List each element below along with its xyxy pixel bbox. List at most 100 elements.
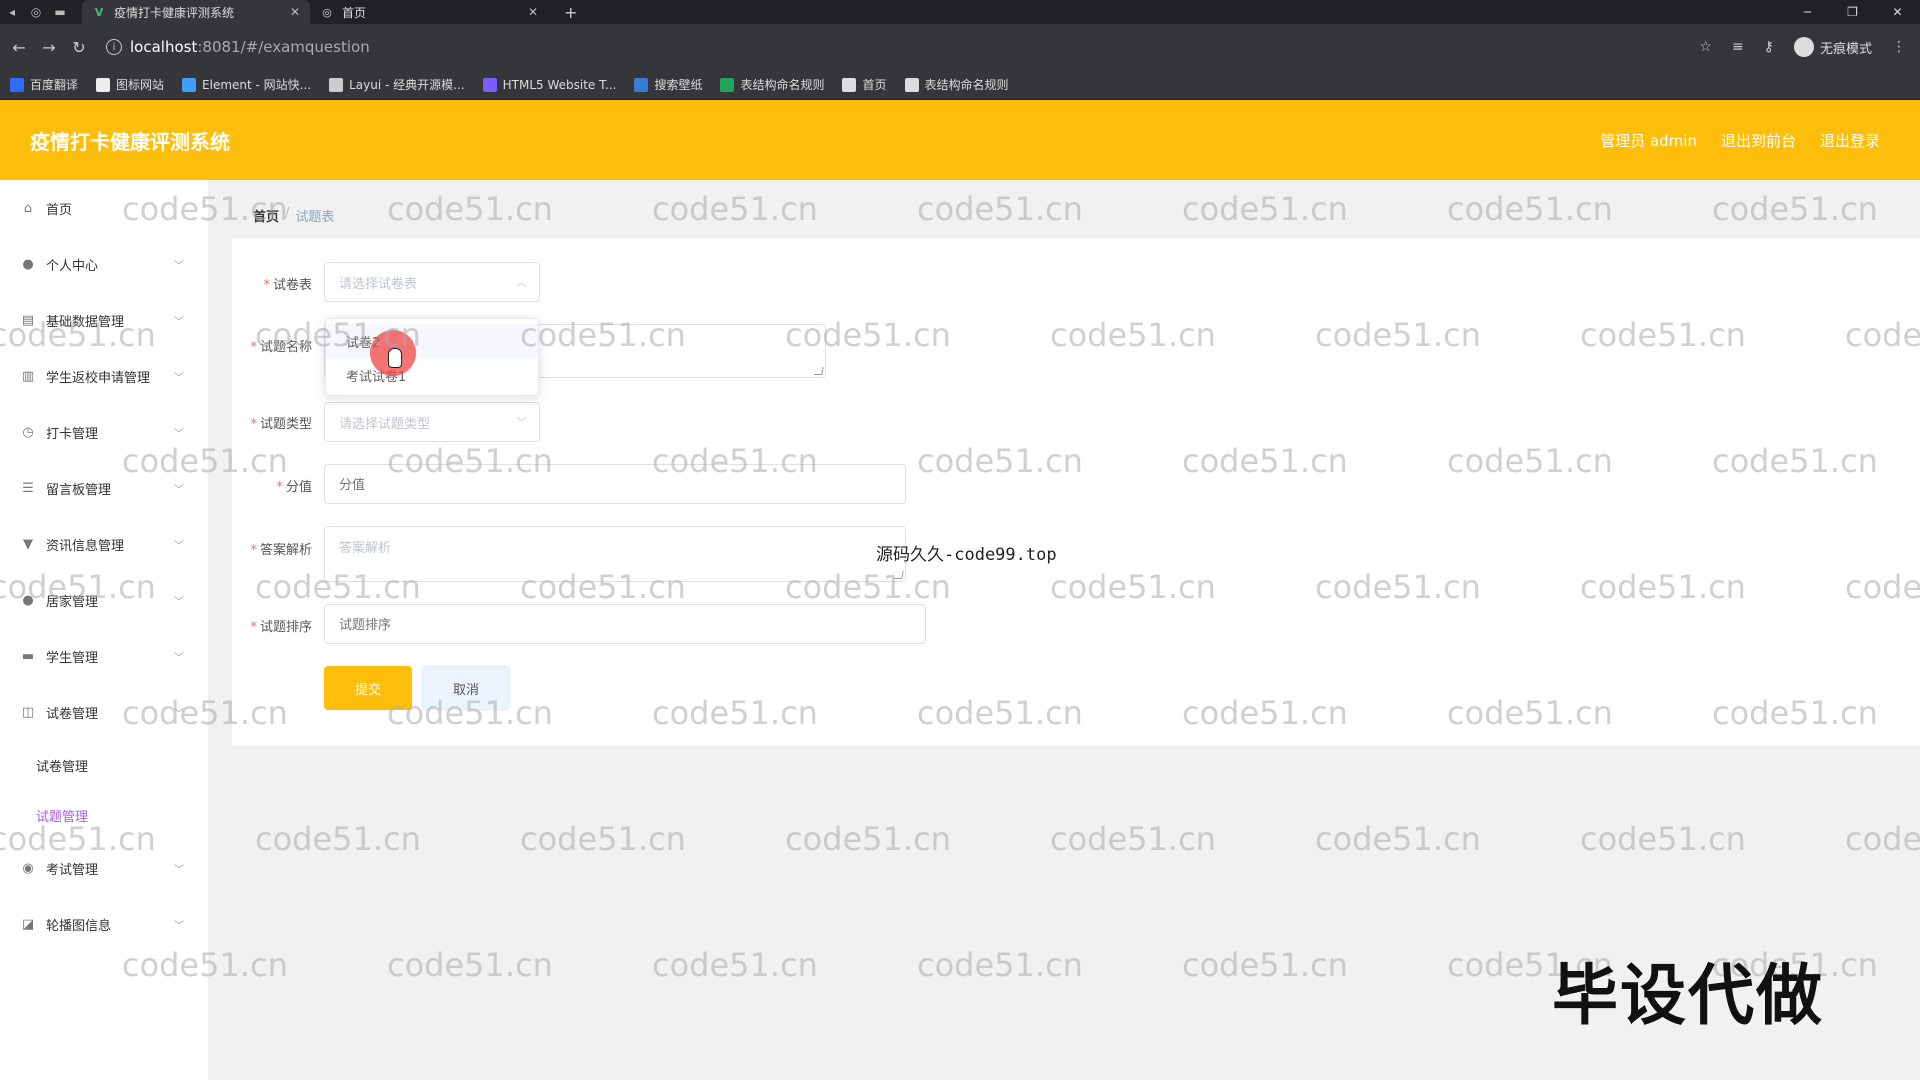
url-field[interactable]: i localhost:8081/#/examquestion	[106, 38, 370, 56]
reading-list-icon[interactable]: ≡	[1732, 39, 1744, 55]
analysis-textarea[interactable]: 答案解析	[324, 526, 906, 582]
bookmark-item[interactable]: 图标网站	[96, 76, 164, 93]
bookmark-item[interactable]: 搜索壁纸	[634, 76, 702, 93]
sidebar-item-label: 打卡管理	[46, 426, 99, 442]
paper-dropdown: 试卷2 考试试卷1	[325, 318, 539, 396]
more-icon[interactable]: ⋮	[1892, 39, 1906, 55]
overlay-note: 源码久久-code99.top	[876, 545, 1057, 565]
address-bar-actions: ☆ ≡ ⚷ 无痕模式 ⋮	[1699, 37, 1906, 57]
clock-icon: ◷	[22, 424, 34, 440]
chevron-down-icon: ﹀	[174, 652, 184, 664]
order-input[interactable]	[324, 604, 926, 644]
bookmark-item[interactable]: HTML5 Website T...	[482, 77, 616, 92]
sidebar-item[interactable]: ☰ 留言板管理 ﹀	[0, 460, 208, 516]
sidebar-item[interactable]: ▤ 基础数据管理 ﹀	[0, 292, 208, 348]
incognito-indicator[interactable]: 无痕模式	[1793, 37, 1872, 57]
sidebar-item[interactable]: ◫ 试卷管理 ﹀	[0, 684, 208, 740]
key-icon[interactable]: ⚷	[1764, 39, 1774, 55]
chevron-up-icon: ︿	[516, 276, 527, 289]
bookmark-label: 搜索壁纸	[654, 78, 703, 92]
watermark-text: code51.cn	[1050, 820, 1216, 858]
chevron-down-icon: ﹀	[174, 260, 184, 272]
tab-inactive[interactable]: ◎ 首页 ✕	[310, 0, 548, 24]
dropdown-option[interactable]: 考试试卷1	[326, 358, 538, 392]
sidebar-item-label: 居家管理	[46, 594, 99, 610]
audio-icon[interactable]: ◂	[0, 0, 24, 24]
bookmark-item[interactable]: Layui - 经典开源模...	[329, 76, 465, 93]
star-icon[interactable]: ☆	[1699, 39, 1712, 55]
window-icon[interactable]: ▬	[48, 0, 72, 24]
sidebar-item[interactable]: ⌂ 首页	[0, 180, 208, 236]
resize-handle[interactable]	[814, 367, 824, 375]
chat-icon: ▼	[23, 536, 33, 552]
watermark-text: code51.cn	[387, 190, 553, 228]
sidebar-item[interactable]: ◷ 打卡管理 ﹀	[0, 404, 208, 460]
chevron-down-icon: ﹀	[174, 708, 184, 720]
chevron-down-icon: ﹀	[174, 920, 184, 932]
dropdown-option[interactable]: 试卷2	[326, 324, 538, 358]
question-type-label: * 试题类型	[250, 417, 312, 432]
chevron-down-icon: ﹀	[174, 372, 184, 384]
bookmarks-bar: 百度翻译 图标网站 Element - 网站快... Layui - 经典开源模...…	[0, 70, 1920, 100]
score-label: * 分值	[276, 480, 312, 495]
admin-label: 管理员 admin	[1600, 131, 1697, 150]
reload-icon[interactable]: ↻	[64, 38, 94, 57]
close-icon[interactable]: ✕	[290, 5, 300, 19]
paper-select[interactable]: 请选择试卷表 ︿	[324, 262, 540, 302]
sidebar-item[interactable]: ▼ 资讯信息管理 ﹀	[0, 516, 208, 572]
tab-title: 疫情打卡健康评测系统	[114, 5, 235, 20]
close-icon[interactable]: ✕	[528, 5, 538, 19]
resize-handle[interactable]	[894, 571, 904, 579]
to-front-link[interactable]: 退出到前台	[1721, 130, 1796, 151]
list-icon: ☰	[22, 480, 34, 496]
watermark-text: code51.cn	[1712, 190, 1878, 228]
globe-icon: ◎	[322, 5, 332, 19]
question-type-select[interactable]: 请选择试题类型 ﹀	[324, 402, 540, 442]
sidebar-subitem[interactable]: 试卷管理	[0, 740, 208, 790]
watermark-text: code51.cn	[1845, 820, 1920, 858]
globe-icon[interactable]: ◎	[24, 0, 48, 24]
bookmark-item[interactable]: 表结构命名规则	[720, 76, 824, 93]
bookmark-icon	[634, 77, 649, 92]
sidebar-item[interactable]: ● 居家管理 ﹀	[0, 572, 208, 628]
restore-icon[interactable]: ❐	[1830, 0, 1875, 24]
sidebar-item-label: 考试管理	[46, 862, 99, 878]
breadcrumb-separator: /	[285, 206, 290, 221]
bookmark-label: 图标网站	[116, 78, 165, 92]
chevron-down-icon: ﹀	[174, 428, 184, 440]
bookmark-icon	[96, 77, 111, 92]
bookmark-item[interactable]: 百度翻译	[10, 76, 78, 93]
sidebar-item[interactable]: ◉ 考试管理 ﹀	[0, 840, 208, 896]
submit-button[interactable]: 提交	[324, 666, 412, 710]
bookmark-item[interactable]: 首页	[842, 76, 887, 93]
tab-title: 首页	[342, 5, 367, 20]
sidebar-subitem[interactable]: 试题管理	[0, 790, 208, 840]
logout-link[interactable]: 退出登录	[1820, 130, 1880, 151]
cancel-button[interactable]: 取消	[422, 666, 510, 710]
sidebar-item[interactable]: ● 个人中心 ﹀	[0, 236, 208, 292]
new-tab-icon[interactable]: +	[564, 3, 577, 22]
chevron-down-icon: ﹀	[174, 484, 184, 496]
info-icon[interactable]: i	[106, 39, 122, 55]
bookmark-label: 首页	[862, 78, 887, 92]
back-icon[interactable]: ←	[4, 38, 34, 57]
watermark-text: code51.cn	[1182, 190, 1348, 228]
sidebar-item[interactable]: ▥ 学生返校申请管理 ﹀	[0, 348, 208, 404]
close-window-icon[interactable]: ✕	[1875, 0, 1920, 24]
breadcrumb-home[interactable]: 首页	[253, 206, 279, 225]
paper-select-placeholder: 请选择试卷表	[339, 276, 418, 292]
tab-active[interactable]: V 疫情打卡健康评测系统 ✕	[82, 0, 310, 24]
forward-icon[interactable]: →	[34, 38, 64, 57]
vue-icon: V	[94, 5, 104, 19]
bookmark-item[interactable]: Element - 网站快...	[182, 76, 311, 93]
minimize-icon[interactable]: ─	[1785, 0, 1830, 24]
analysis-placeholder: 答案解析	[339, 541, 392, 556]
sidebar-item[interactable]: ◪ 轮播图信息 ﹀	[0, 896, 208, 952]
sidebar-item[interactable]: ▬ 学生管理 ﹀	[0, 628, 208, 684]
question-name-label: * 试题名称	[250, 340, 312, 355]
watermark-text: code51.cn	[652, 190, 818, 228]
score-input[interactable]	[324, 464, 906, 504]
bookmark-item[interactable]: 表结构命名规则	[904, 76, 1009, 93]
sidebar-item-label: 首页	[46, 202, 73, 218]
bookmark-label: 表结构命名规则	[924, 78, 1009, 92]
